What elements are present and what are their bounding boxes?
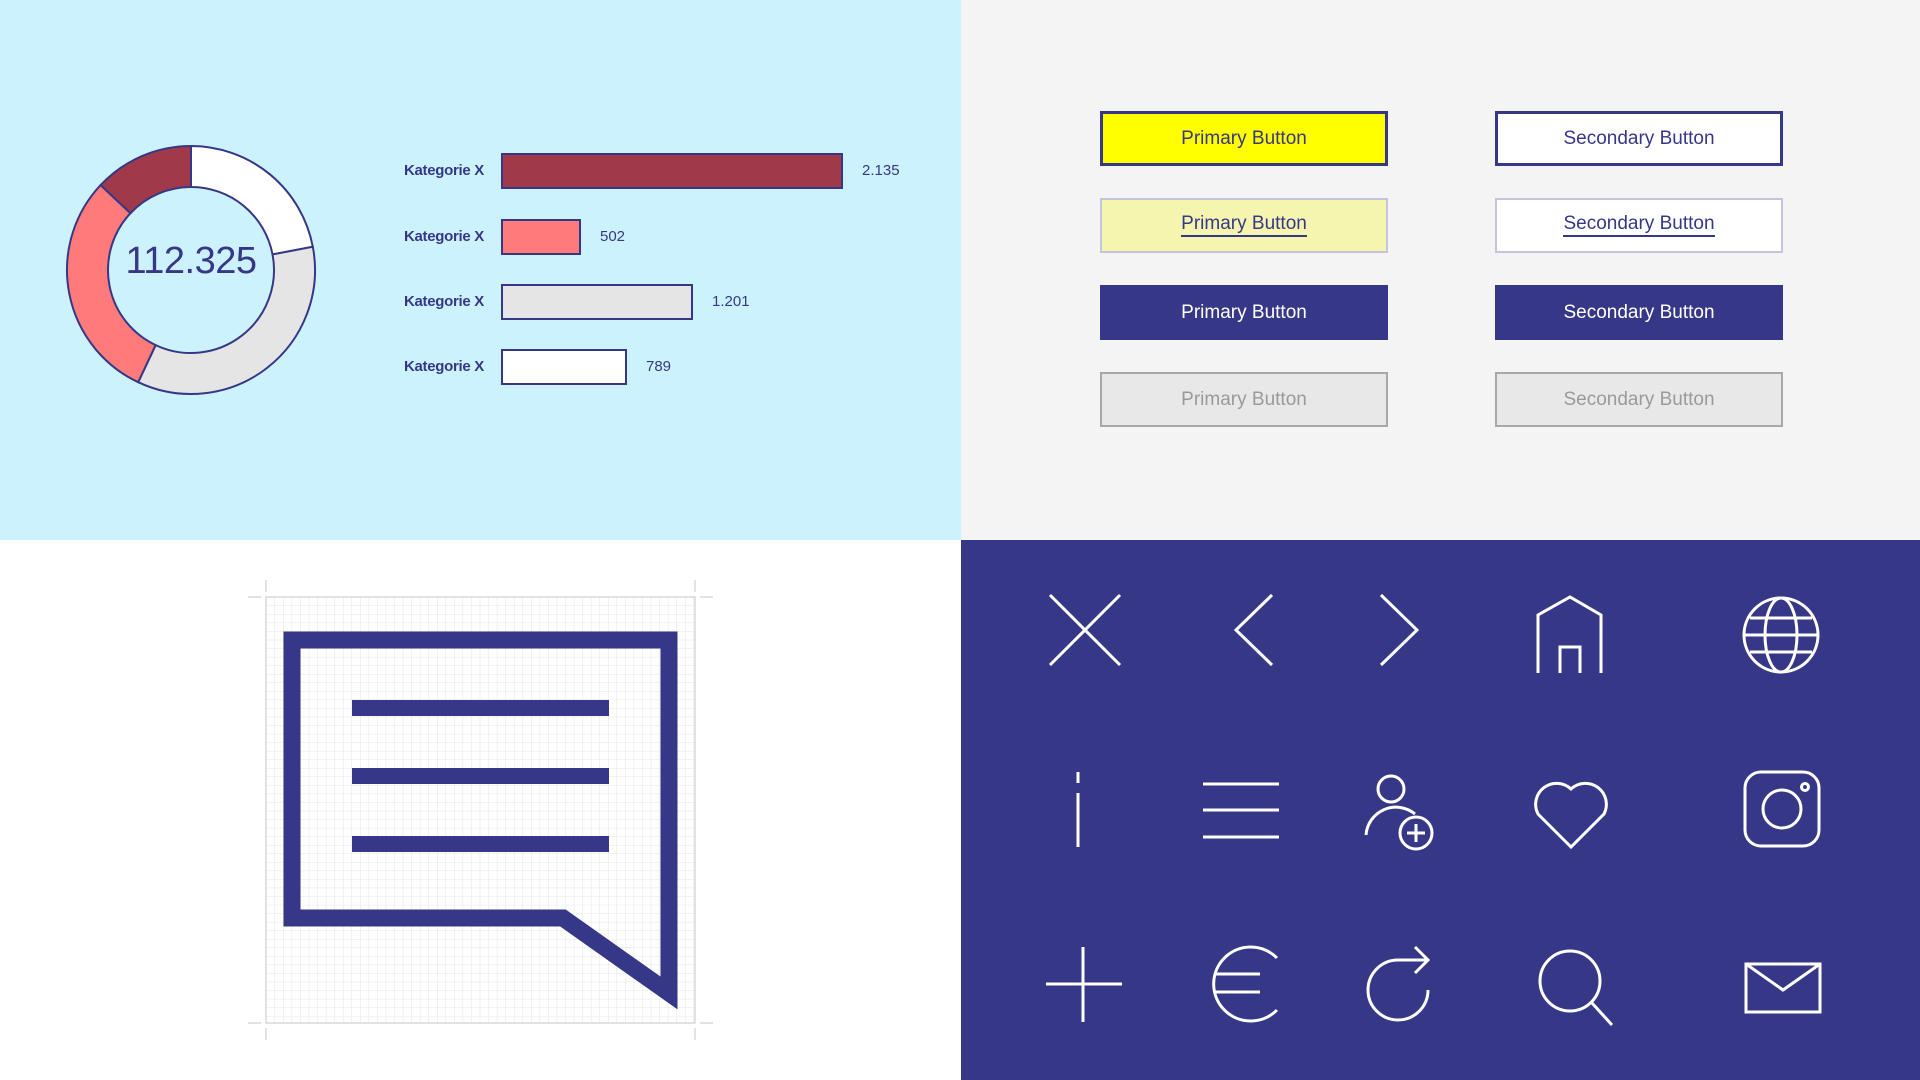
bar-category-label: Kategorie X — [403, 293, 484, 310]
chart-panel: 112.325 Kategorie X 2.135 Kategorie X 50… — [0, 0, 961, 540]
bar-value-label: 2.135 — [862, 162, 900, 179]
instagram-icon[interactable] — [1742, 765, 1832, 855]
primary-button-disabled[interactable]: Primary Button — [1100, 372, 1388, 427]
button-showcase: Primary Button Primary Button Primary Bu… — [961, 0, 1920, 540]
heart-icon[interactable] — [1524, 765, 1614, 855]
bar-category-label: Kategorie X — [403, 358, 484, 375]
close-icon[interactable] — [1039, 585, 1129, 675]
search-icon[interactable] — [1532, 940, 1622, 1030]
primary-button-hover[interactable]: Primary Button — [1100, 198, 1388, 253]
home-icon[interactable] — [1524, 585, 1614, 675]
icon-construction-grid — [248, 580, 713, 1040]
primary-button-default[interactable]: Primary Button — [1100, 111, 1388, 166]
bar — [501, 284, 693, 320]
info-icon[interactable] — [1039, 765, 1129, 855]
refresh-icon[interactable] — [1366, 940, 1456, 1030]
bar-value-label: 502 — [600, 228, 626, 245]
icon-set-panel — [961, 540, 1920, 1080]
bar-category-label: Kategorie X — [403, 228, 484, 245]
bar — [501, 153, 843, 189]
donut-slice-segment-3 — [66, 183, 157, 384]
bar — [501, 349, 627, 385]
chevron-left-icon[interactable] — [1190, 585, 1280, 675]
secondary-button-default[interactable]: Secondary Button — [1495, 111, 1783, 166]
secondary-button-disabled[interactable]: Secondary Button — [1495, 372, 1783, 427]
globe-icon[interactable] — [1736, 585, 1826, 675]
bar — [501, 219, 581, 255]
secondary-button-hover[interactable]: Secondary Button — [1495, 198, 1783, 253]
mail-icon[interactable] — [1744, 940, 1834, 1030]
primary-button-active[interactable]: Primary Button — [1100, 285, 1388, 340]
chevron-right-icon[interactable] — [1356, 585, 1446, 675]
euro-icon[interactable] — [1198, 940, 1288, 1030]
bar-value-label: 789 — [646, 358, 672, 375]
secondary-button-active[interactable]: Secondary Button — [1495, 285, 1783, 340]
icon-grid-panel — [0, 540, 961, 1080]
donut-slice-segment-1 — [190, 144, 314, 256]
donut-total-label: 112.325 — [125, 240, 257, 282]
bar-value-label: 1.201 — [712, 293, 750, 310]
bar-category-label: Kategorie X — [403, 162, 484, 179]
plus-icon[interactable] — [1034, 940, 1124, 1030]
add-user-icon[interactable] — [1361, 765, 1451, 855]
menu-icon[interactable] — [1194, 765, 1284, 855]
